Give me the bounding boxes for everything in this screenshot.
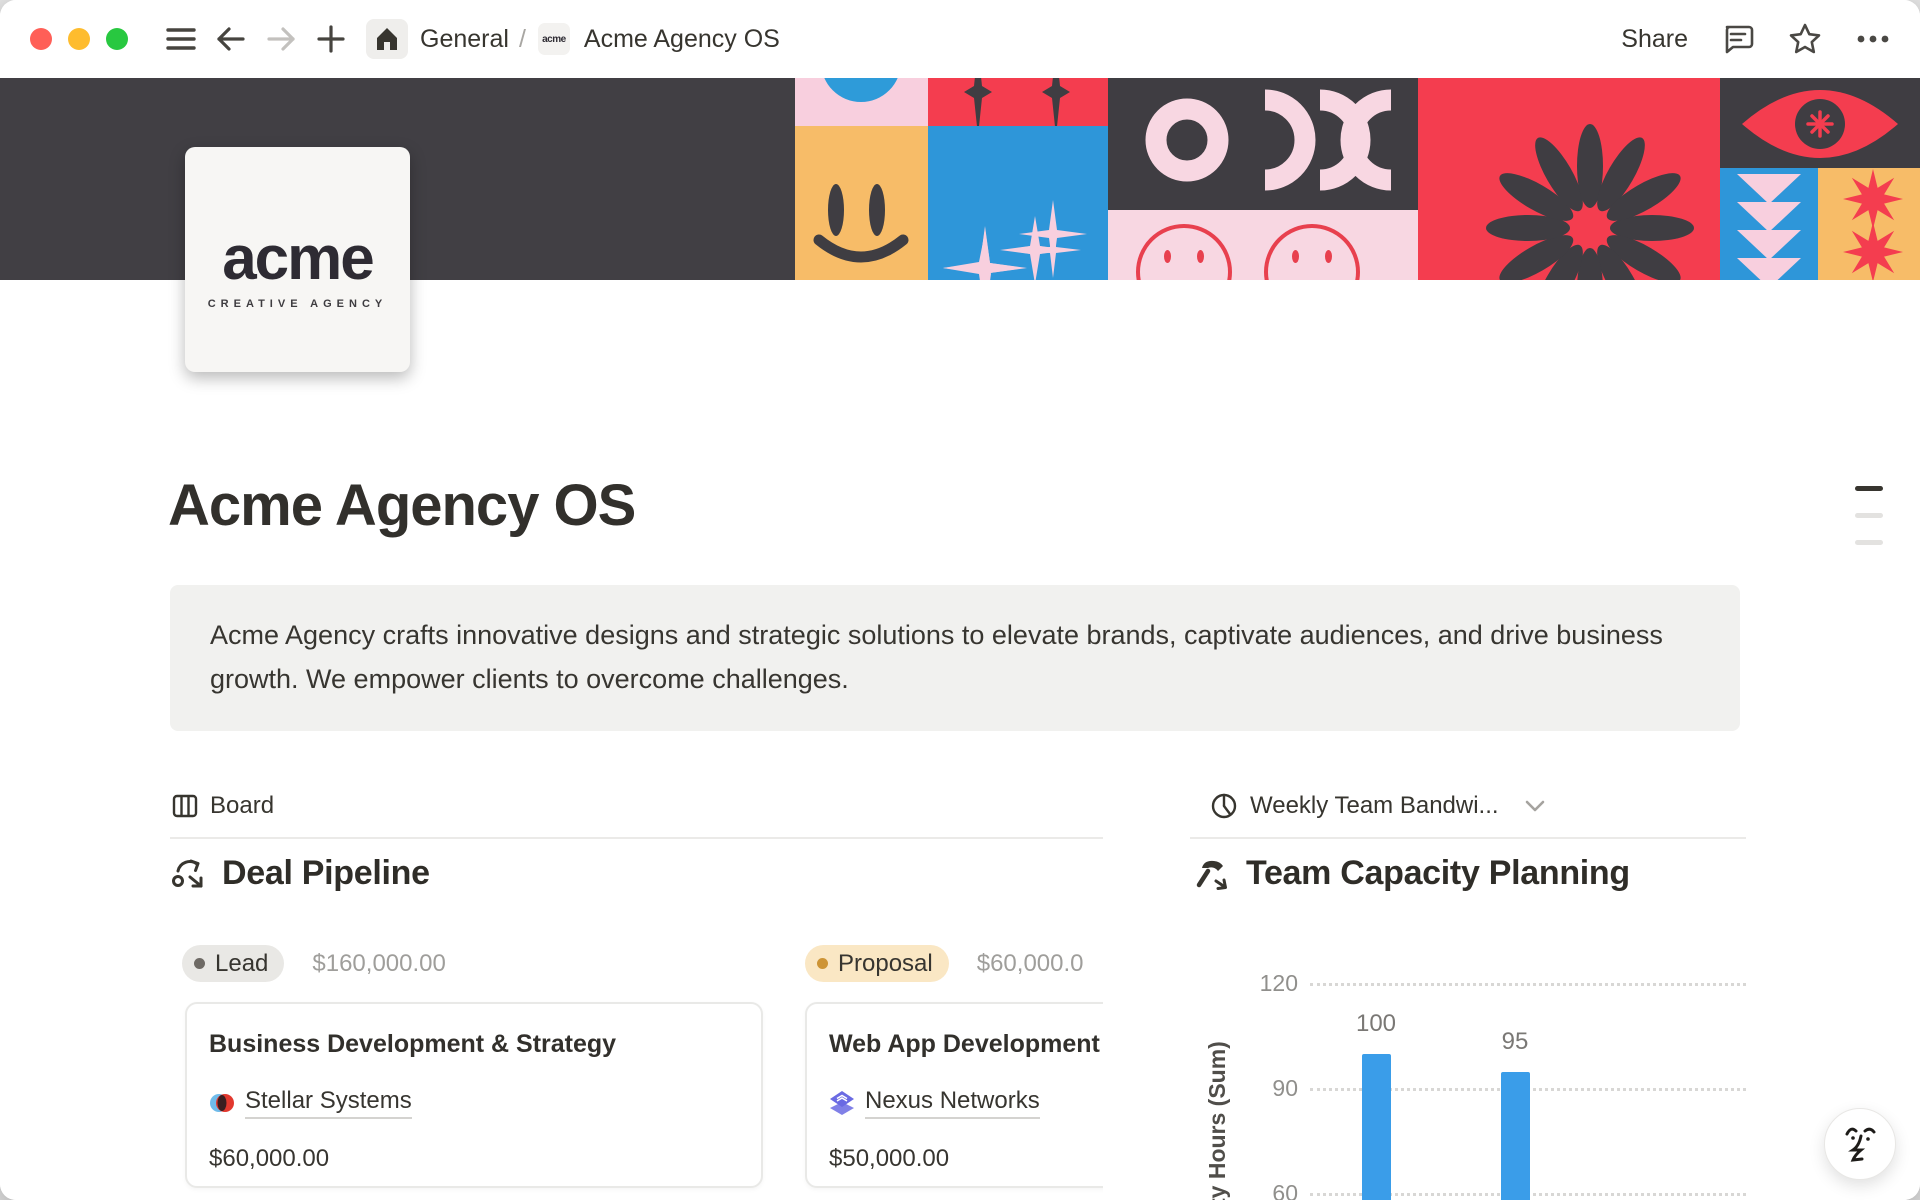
cover-tile-flower <box>1418 78 1720 280</box>
deal-pipeline-title: Deal Pipeline <box>222 854 430 893</box>
cover-tile-circle <box>795 78 928 126</box>
minimize-window-button[interactable] <box>68 28 90 50</box>
window-chrome: General / acme Acme Agency OS Share <box>0 0 1920 78</box>
cover-tile-starbursts <box>1818 168 1920 280</box>
new-tab-button[interactable] <box>311 19 351 59</box>
status-dot <box>194 958 205 969</box>
comments-icon[interactable] <box>1722 23 1754 55</box>
breadcrumb-section[interactable]: General <box>420 25 509 54</box>
status-label: Lead <box>215 950 268 978</box>
chart-view-icon <box>1210 792 1238 820</box>
deal-amount: $50,000.00 <box>829 1145 1103 1173</box>
notion-window: General / acme Acme Agency OS Share <box>0 0 1920 1200</box>
notion-ai-button[interactable] <box>1824 1108 1896 1180</box>
nexus-networks-icon <box>829 1090 855 1116</box>
home-button[interactable] <box>366 19 408 59</box>
share-button[interactable]: Share <box>1621 25 1688 54</box>
hammer-icon <box>1194 855 1232 893</box>
breadcrumb-separator: / <box>519 25 526 54</box>
zoom-window-button[interactable] <box>106 28 128 50</box>
deal-amount: $60,000.00 <box>209 1145 739 1173</box>
deal-card[interactable]: Web App Development Nexus Networks $50,0… <box>805 1002 1103 1188</box>
team-capacity-section: Weekly Team Bandwi... Team Capacity Plan… <box>1190 782 1746 1200</box>
y-tick: 90 <box>1226 1075 1298 1102</box>
page-favicon: acme <box>538 23 570 55</box>
cover-tile-smiley-orange <box>795 126 928 280</box>
section-divider <box>1190 837 1746 839</box>
callout-block[interactable]: Acme Agency crafts innovative designs an… <box>170 585 1740 731</box>
deal-client-link[interactable]: Nexus Networks <box>865 1087 1040 1119</box>
pipeline-icon <box>170 855 208 893</box>
y-axis-label: ty Hours (Sum) <box>1204 1040 1231 1200</box>
logo-wordmark: acme <box>222 228 373 290</box>
chevron-down-icon[interactable] <box>1525 800 1545 812</box>
status-badge-lead[interactable]: Lead <box>182 945 284 982</box>
y-tick: 120 <box>1226 970 1298 997</box>
capacity-bar[interactable] <box>1501 1072 1530 1200</box>
y-tick: 60 <box>1226 1180 1298 1200</box>
close-window-button[interactable] <box>30 28 52 50</box>
back-button[interactable] <box>211 19 251 59</box>
cover-tile-oddc <box>1108 78 1418 210</box>
status-label: Proposal <box>838 950 933 978</box>
ai-face-icon <box>1840 1122 1880 1166</box>
deal-card-title: Business Development & Strategy <box>209 1030 739 1059</box>
forward-button[interactable] <box>261 19 301 59</box>
page-content: Acme Agency OS Acme Agency crafts innova… <box>0 280 1920 1200</box>
page-title[interactable]: Acme Agency OS <box>168 472 635 539</box>
toc-item[interactable] <box>1855 486 1883 491</box>
cover-tile-smileys-pink <box>1108 210 1418 280</box>
cover-tile-sparkles-red <box>928 78 1108 126</box>
toc-item[interactable] <box>1855 540 1883 545</box>
bar-value-label: 95 <box>1475 1028 1555 1056</box>
cover-tile-triangles <box>1720 168 1818 280</box>
logo-subtitle: CREATIVE AGENCY <box>208 298 388 310</box>
board-view-label: Board <box>210 792 274 820</box>
deal-pipeline-heading[interactable]: Deal Pipeline <box>170 854 430 893</box>
column-header-lead[interactable]: Lead $160,000.00 <box>182 945 446 982</box>
chart-view-label: Weekly Team Bandwi... <box>1250 792 1499 820</box>
column-total: $60,000.0 <box>977 950 1084 978</box>
capacity-bar[interactable] <box>1362 1054 1391 1200</box>
board-view-tab[interactable]: Board <box>172 792 274 820</box>
home-icon <box>374 26 400 52</box>
team-capacity-heading[interactable]: Team Capacity Planning <box>1194 854 1630 893</box>
cover-tile-eye <box>1720 78 1920 168</box>
breadcrumb-page-title[interactable]: Acme Agency OS <box>584 25 780 54</box>
stellar-systems-icon <box>209 1090 235 1116</box>
status-badge-proposal[interactable]: Proposal <box>805 945 949 982</box>
gridline-120 <box>1310 983 1746 986</box>
chart-view-tab[interactable]: Weekly Team Bandwi... <box>1210 792 1545 820</box>
status-dot <box>817 958 828 969</box>
column-header-proposal[interactable]: Proposal $60,000.0 <box>805 945 1084 982</box>
workspace-logo-card[interactable]: acme CREATIVE AGENCY <box>185 147 410 372</box>
more-options-icon[interactable] <box>1856 34 1890 44</box>
sidebar-menu-icon[interactable] <box>161 19 201 59</box>
toc-item[interactable] <box>1855 513 1883 518</box>
deal-pipeline-section: Board Deal Pipeline Lead $1 <box>170 782 1103 1200</box>
section-divider <box>170 837 1103 839</box>
column-total: $160,000.00 <box>312 950 445 978</box>
traffic-lights <box>30 28 128 50</box>
deal-card[interactable]: Business Development & Strategy Stellar … <box>185 1002 763 1188</box>
deal-card-title: Web App Development <box>829 1030 1103 1059</box>
deal-client-link[interactable]: Stellar Systems <box>245 1087 412 1119</box>
bar-value-label: 100 <box>1336 1010 1416 1038</box>
cover-tile-stars-blue <box>928 126 1108 280</box>
table-of-contents-indicator[interactable] <box>1855 486 1883 545</box>
favorite-star-icon[interactable] <box>1788 22 1822 56</box>
team-capacity-title: Team Capacity Planning <box>1246 854 1630 893</box>
board-view-icon <box>172 794 198 818</box>
